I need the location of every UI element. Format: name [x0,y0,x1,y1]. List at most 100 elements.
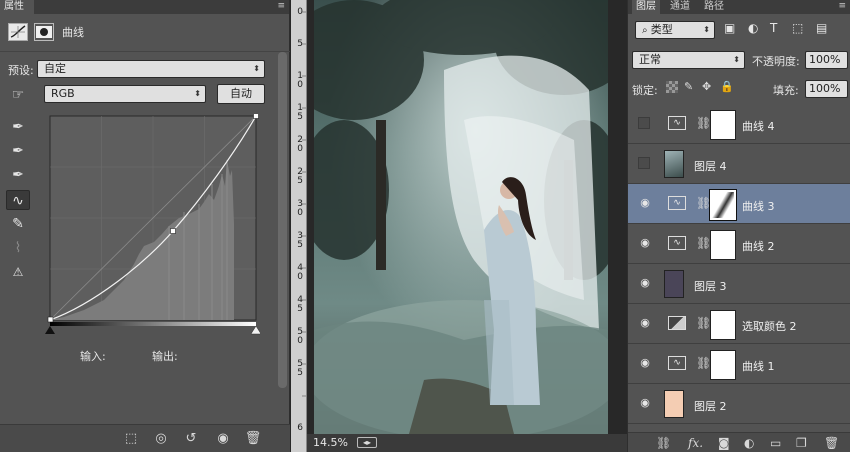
clip-to-layer-icon[interactable]: ⬚ [122,431,140,447]
layer-filter-value: 类型 [650,23,673,36]
properties-scrollbar[interactable] [278,52,287,388]
photo-image[interactable] [314,0,608,434]
link-icon[interactable]: ⛓ [696,356,711,370]
curves-graph[interactable] [44,113,260,328]
ruler-label: 4 5 [297,295,303,314]
eye-icon[interactable]: ◉ [637,277,653,289]
layer-row-curves-3[interactable]: ◉ ∿ ⛓ 曲线 3 [628,184,850,224]
eye-icon[interactable]: ◉ [637,317,653,329]
layer-thumbnail[interactable] [664,270,684,298]
layer-row-layer-4[interactable]: 图层 4 [628,144,850,184]
chevron-updown-icon: ⬍ [733,55,740,64]
preset-select[interactable]: 自定 ⬍ [37,60,265,78]
layer-thumbnail[interactable] [664,390,684,418]
shape-filter-icon[interactable]: ⬚ [792,21,803,35]
ruler-label: 5 [297,39,303,49]
input-label: 输入: [80,350,106,363]
lock-transparent-icon[interactable] [666,81,678,93]
layer-row-layer-2[interactable]: ◉ 图层 2 [628,384,850,424]
layers-footer: ⛓ fx. ◙ ◐ ▭ ❐ 🗑 [628,432,850,452]
curves-adjustment-icon[interactable] [8,23,28,41]
eye-icon[interactable]: ◉ [637,237,653,249]
chevron-updown-icon: ⬍ [703,25,710,34]
visibility-toggle[interactable] [638,117,650,129]
clipping-warning-icon[interactable]: ⚠ [6,262,30,282]
panel-menu-icon[interactable]: ≡ [277,1,285,11]
layer-mask-thumbnail[interactable] [710,310,736,340]
new-layer-icon[interactable]: ❐ [796,436,807,450]
layer-mask-thumbnail[interactable] [710,110,736,140]
curve-edit-icon[interactable]: ∿ [6,190,30,210]
trash-icon[interactable]: 🗑 [244,431,262,447]
tab-paths[interactable]: 路径 [700,0,728,14]
gray-eyedropper-icon[interactable]: ✒ [6,141,30,161]
layer-filter-select[interactable]: ⌕ 类型 ⬍ [635,21,715,39]
hand-target-icon[interactable]: ☞ [6,85,30,105]
ruler-label: 5 0 [297,327,303,346]
smooth-icon[interactable]: ⌇ [6,238,30,258]
layer-name: 图层 4 [694,160,727,173]
selective-color-layer-icon [668,316,686,330]
lock-all-icon[interactable]: 🔒 [720,80,734,93]
white-eyedropper-icon[interactable]: ✒ [6,165,30,185]
link-icon[interactable]: ⛓ [696,116,711,130]
black-eyedropper-icon[interactable]: ✒ [6,117,30,137]
layer-mask-thumbnail[interactable] [710,350,736,380]
image-filter-icon[interactable]: ▣ [724,21,735,35]
properties-footer: ⬚ ◎ ↺ ◉ 🗑 [0,424,290,452]
panel-menu-icon[interactable]: ≡ [838,1,846,11]
link-icon[interactable]: ⛓ [696,196,711,210]
lock-move-icon[interactable]: ✥ [702,80,711,93]
add-mask-icon[interactable]: ◙ [718,436,730,450]
link-icon[interactable]: ⛓ [696,236,711,250]
fill-field[interactable]: 100% [805,80,848,98]
layer-name: 曲线 3 [742,200,775,213]
mask-icon[interactable] [34,23,54,41]
layer-thumbnail[interactable] [664,150,684,178]
status-bar: 14.5% ◂▸ [307,434,627,452]
visibility-eye-icon[interactable]: ◉ [214,431,232,447]
channel-value: RGB [51,87,75,100]
visibility-toggle[interactable] [638,157,650,169]
filter-icons: ▣ ◐ T ⬚ ▤ [724,21,844,39]
layer-row-layer-3[interactable]: ◉ 图层 3 [628,264,850,304]
layer-row-curves-2[interactable]: ◉ ∿ ⛓ 曲线 2 [628,224,850,264]
reset-icon[interactable]: ↺ [182,431,200,447]
layer-row-curves-1[interactable]: ◉ ∿ ⛓ 曲线 1 [628,344,850,384]
opacity-field[interactable]: 100% [805,51,848,69]
channel-select[interactable]: RGB ⬍ [44,85,206,103]
trash-icon[interactable]: 🗑 [824,436,839,450]
tab-properties[interactable]: 属性 [0,0,34,14]
chevron-updown-icon: ⬍ [194,89,201,98]
vertical-ruler: 0 5 1 0 1 5 2 0 2 5 3 0 3 5 4 0 4 5 5 0 … [291,0,307,452]
view-previous-state-icon[interactable]: ◎ [152,431,170,447]
layer-name: 曲线 4 [742,120,775,133]
doc-info-icon[interactable]: ◂▸ [357,437,377,448]
input-sliders[interactable] [44,325,262,336]
layer-row-selective-color-2[interactable]: ◉ ⛓ 选取颜色 2 [628,304,850,344]
type-filter-icon[interactable]: T [770,21,777,35]
eye-icon[interactable]: ◉ [637,357,653,369]
new-group-icon[interactable]: ▭ [770,436,781,450]
pencil-icon[interactable]: ✎ [6,214,30,234]
layer-mask-thumbnail[interactable] [710,230,736,260]
layer-mask-thumbnail[interactable] [709,189,737,221]
chevron-updown-icon: ⬍ [253,64,260,73]
blend-mode-select[interactable]: 正常 ⬍ [632,51,745,69]
fx-icon[interactable]: fx. [688,436,703,450]
tab-layers[interactable]: 图层 [632,0,660,14]
auto-button[interactable]: 自动 [217,84,265,104]
link-layers-icon[interactable]: ⛓ [656,436,671,450]
link-icon[interactable]: ⛓ [696,316,711,330]
new-adjustment-icon[interactable]: ◐ [744,436,754,450]
layer-row-curves-4[interactable]: ∿ ⛓ 曲线 4 [628,104,850,144]
adjustment-filter-icon[interactable]: ◐ [748,21,758,35]
lock-brush-icon[interactable]: ✎ [684,80,693,93]
eye-icon[interactable]: ◉ [637,197,653,209]
preset-value: 自定 [44,62,66,75]
tab-channels[interactable]: 通道 [666,0,694,14]
properties-tabbar: 属性 ≡ [0,0,289,14]
eye-icon[interactable]: ◉ [637,397,653,409]
zoom-level[interactable]: 14.5% [313,436,348,449]
smart-object-filter-icon[interactable]: ▤ [816,21,827,35]
